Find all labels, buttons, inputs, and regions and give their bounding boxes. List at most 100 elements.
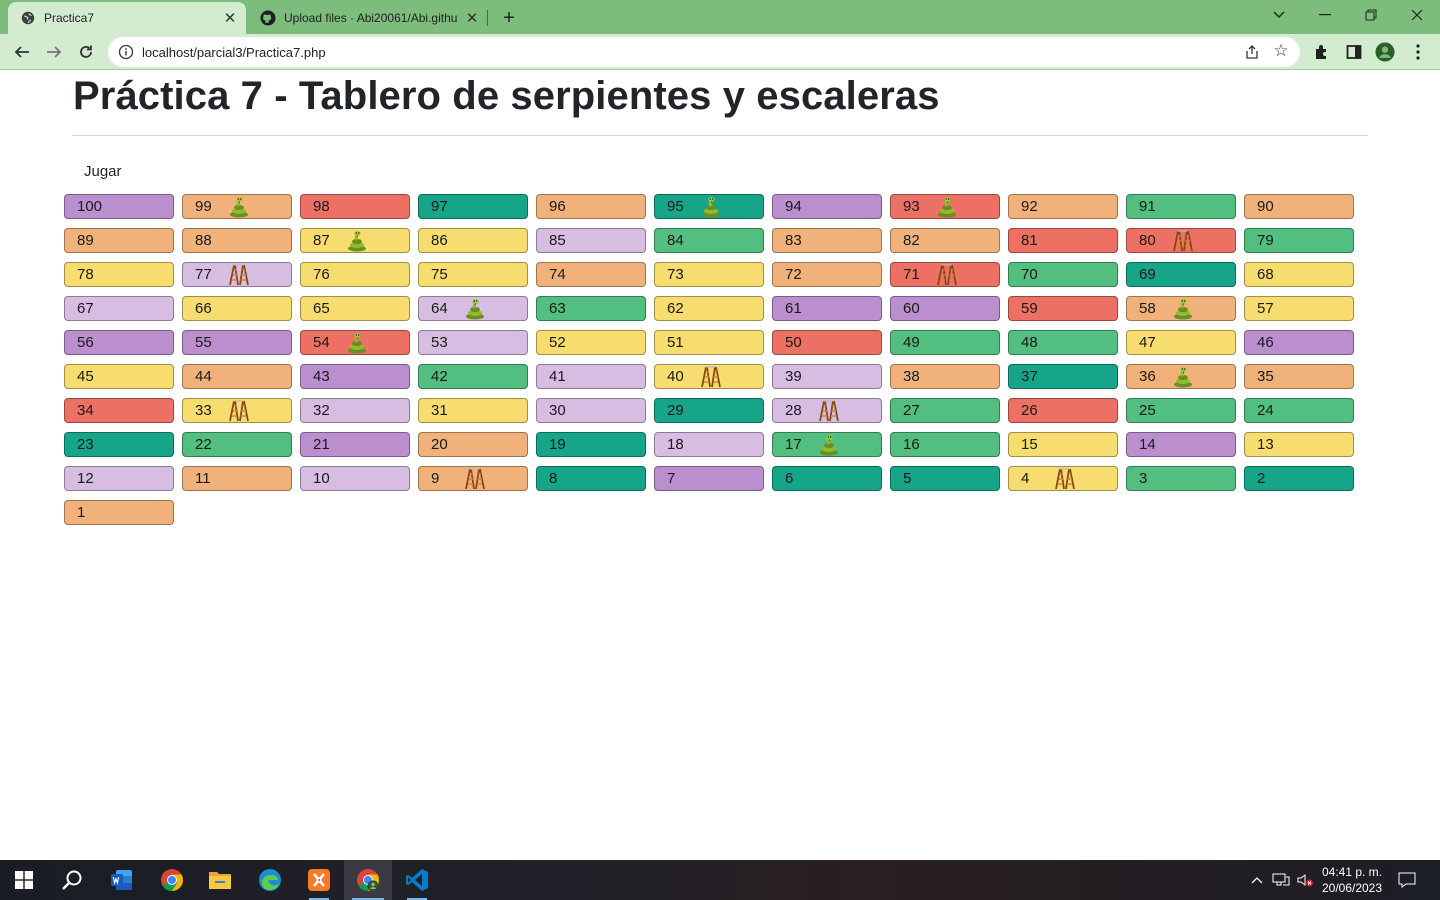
- side-panel-icon[interactable]: [1344, 42, 1364, 62]
- address-bar[interactable]: localhost/parcial3/Practica7.php ☆: [108, 37, 1300, 67]
- board-cell-1: 1: [64, 500, 174, 525]
- cell-number: 91: [1139, 198, 1156, 215]
- back-icon[interactable]: [8, 38, 36, 66]
- cell-number: 74: [549, 266, 566, 283]
- board-cell-60: 60: [890, 296, 1000, 321]
- show-hidden-icons-icon[interactable]: [1248, 860, 1266, 900]
- board-cell-85: 85: [536, 228, 646, 253]
- cell-number: 26: [1021, 402, 1038, 419]
- cell-number: 65: [313, 300, 330, 317]
- reload-icon[interactable]: [72, 38, 100, 66]
- cell-number: 90: [1257, 198, 1274, 215]
- board-cell-77: 77: [182, 262, 292, 287]
- cell-number: 11: [195, 470, 211, 487]
- cell-number: 36: [1139, 368, 1156, 385]
- play-button[interactable]: Jugar: [74, 158, 134, 184]
- edge-app-icon[interactable]: [246, 860, 294, 900]
- board-cell-18: 18: [654, 432, 764, 457]
- board-cell-26: 26: [1008, 398, 1118, 423]
- board-cell-12: 12: [64, 466, 174, 491]
- menu-icon[interactable]: [1408, 42, 1428, 62]
- board-cell-65: 65: [300, 296, 410, 321]
- vscode-app-icon[interactable]: [393, 860, 441, 900]
- share-icon[interactable]: [1244, 44, 1260, 60]
- board-cell-72: 72: [772, 262, 882, 287]
- cell-number: 70: [1021, 266, 1038, 283]
- cell-number: 25: [1139, 402, 1156, 419]
- network-icon[interactable]: [1270, 860, 1292, 900]
- snake-icon: [699, 196, 723, 218]
- board-cell-19: 19: [536, 432, 646, 457]
- cell-number: 84: [667, 232, 684, 249]
- board-cell-43: 43: [300, 364, 410, 389]
- cell-number: 22: [195, 436, 212, 453]
- word-app-icon[interactable]: [98, 860, 146, 900]
- board-cell-3: 3: [1126, 466, 1236, 491]
- restore-icon[interactable]: [1348, 0, 1394, 30]
- board-cell-29: 29: [654, 398, 764, 423]
- snake-icon: [817, 434, 841, 456]
- board-cell-32: 32: [300, 398, 410, 423]
- cell-number: 52: [549, 334, 566, 351]
- volume-muted-icon[interactable]: [1294, 860, 1316, 900]
- cell-number: 9: [431, 470, 440, 487]
- close-tab-icon[interactable]: ✕: [220, 8, 240, 28]
- profile-avatar-icon[interactable]: [1375, 42, 1395, 62]
- board-cell-17: 17: [772, 432, 882, 457]
- ladder-icon: [817, 400, 841, 422]
- board-cell-5: 5: [890, 466, 1000, 491]
- start-button[interactable]: [0, 860, 48, 900]
- globe-icon: [20, 10, 36, 26]
- board-cell-46: 46: [1244, 330, 1354, 355]
- cell-number: 18: [667, 436, 684, 453]
- board-cell-11: 11: [182, 466, 292, 491]
- notifications-icon[interactable]: [1396, 860, 1418, 900]
- board-cell-59: 59: [1008, 296, 1118, 321]
- board-cell-90: 90: [1244, 194, 1354, 219]
- board-cell-39: 39: [772, 364, 882, 389]
- site-info-icon[interactable]: [118, 44, 134, 60]
- cell-number: 13: [1257, 436, 1274, 453]
- tab-upload-files[interactable]: Upload files · Abi20061/Abi.githu ✕: [248, 2, 488, 34]
- cell-number: 39: [785, 368, 802, 385]
- board-cell-22: 22: [182, 432, 292, 457]
- cell-number: 97: [431, 198, 448, 215]
- bookmark-star-icon[interactable]: ☆: [1272, 42, 1290, 60]
- search-icon[interactable]: [48, 860, 96, 900]
- cell-number: 46: [1257, 334, 1274, 351]
- cell-number: 96: [549, 198, 566, 215]
- board-cell-40: 40: [654, 364, 764, 389]
- new-tab-icon[interactable]: +: [497, 6, 521, 30]
- board-cell-71: 71: [890, 262, 1000, 287]
- chrome-app-icon[interactable]: [148, 860, 196, 900]
- board-cell-91: 91: [1126, 194, 1236, 219]
- board-cell-2: 2: [1244, 466, 1354, 491]
- chrome-window-icon[interactable]: [344, 860, 392, 900]
- board-cell-47: 47: [1126, 330, 1236, 355]
- cell-number: 73: [667, 266, 684, 283]
- forward-icon[interactable]: [40, 38, 68, 66]
- cell-number: 27: [903, 402, 920, 419]
- xampp-app-icon[interactable]: [295, 860, 343, 900]
- cell-number: 51: [667, 334, 684, 351]
- tab-search-icon[interactable]: [1256, 0, 1302, 30]
- cell-number: 4: [1021, 470, 1030, 487]
- board-cell-89: 89: [64, 228, 174, 253]
- cell-number: 62: [667, 300, 684, 317]
- cell-number: 43: [313, 368, 330, 385]
- cell-number: 48: [1021, 334, 1038, 351]
- snake-icon: [935, 196, 959, 218]
- minimize-icon[interactable]: [1302, 0, 1348, 30]
- board-cell-57: 57: [1244, 296, 1354, 321]
- system-clock[interactable]: 04:41 p. m. 20/06/2023: [1316, 864, 1388, 896]
- tab-practica7[interactable]: Practica7 ✕: [8, 2, 246, 34]
- extensions-icon[interactable]: [1312, 42, 1332, 62]
- cell-number: 68: [1257, 266, 1274, 283]
- cell-number: 44: [195, 368, 212, 385]
- board-cell-93: 93: [890, 194, 1000, 219]
- file-explorer-icon[interactable]: [196, 860, 244, 900]
- close-window-icon[interactable]: [1394, 0, 1440, 30]
- cell-number: 59: [1021, 300, 1038, 317]
- close-tab-icon[interactable]: ✕: [462, 8, 482, 28]
- cell-number: 32: [313, 402, 330, 419]
